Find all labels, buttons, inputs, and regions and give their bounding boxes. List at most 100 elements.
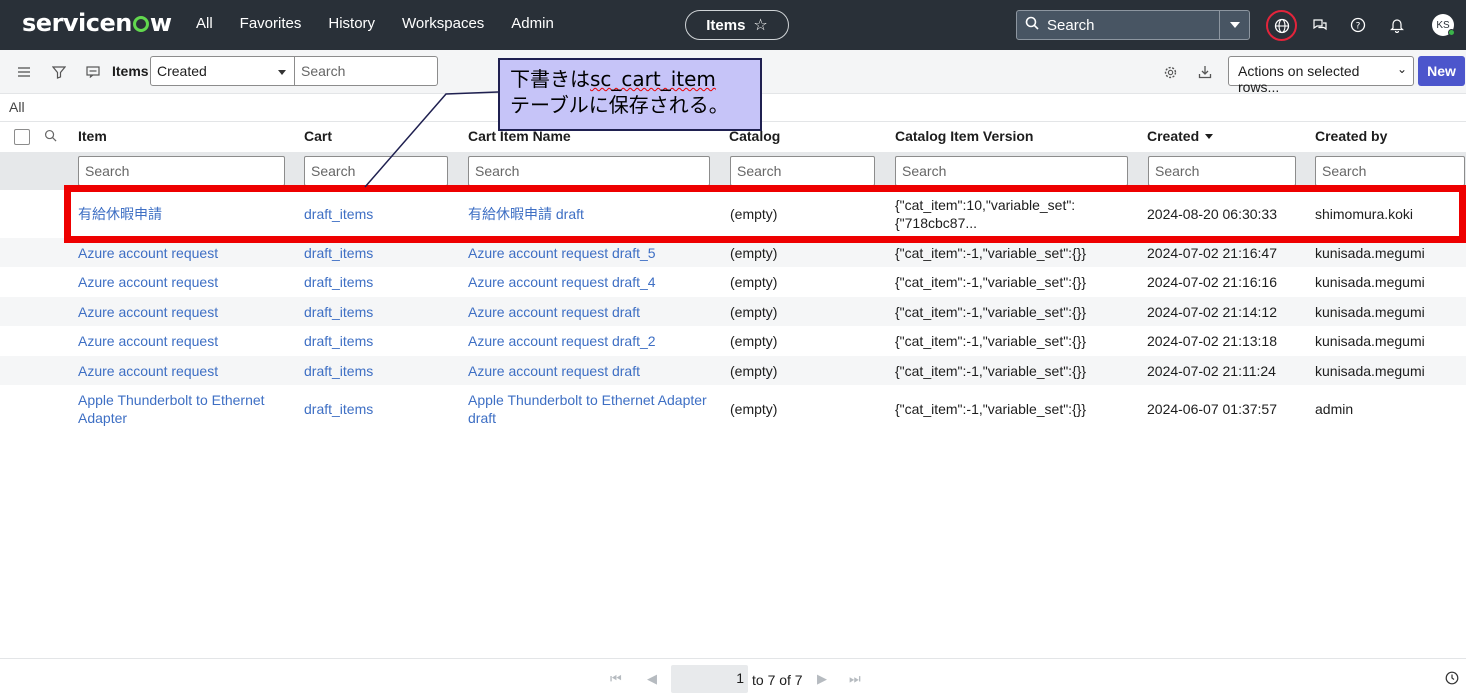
select-all-checkbox[interactable] bbox=[14, 129, 30, 145]
top-nav: servicen w All Favorites History Workspac… bbox=[0, 0, 1466, 50]
global-search[interactable]: Search bbox=[1016, 10, 1250, 40]
nav-workspaces[interactable]: Workspaces bbox=[402, 15, 484, 32]
search-input-catalog[interactable]: Search bbox=[730, 156, 875, 186]
bell-icon[interactable] bbox=[1386, 14, 1408, 36]
column-header-created-by[interactable]: Created by bbox=[1315, 128, 1387, 144]
column-header-cart[interactable]: Cart bbox=[304, 128, 332, 144]
cell-catalog: (empty) bbox=[730, 401, 778, 417]
cell-cart-item-name[interactable]: Azure account request draft_2 bbox=[468, 332, 656, 350]
list-search-input[interactable]: Search bbox=[294, 56, 438, 86]
globe-icon[interactable] bbox=[1266, 10, 1297, 41]
table-row: Azure account request draft_items Azure … bbox=[0, 267, 1466, 297]
new-button[interactable]: New bbox=[1418, 56, 1465, 86]
filter-icon[interactable] bbox=[49, 62, 69, 82]
cell-catalog: (empty) bbox=[730, 363, 778, 379]
cell-item[interactable]: Azure account request bbox=[78, 332, 218, 350]
help-icon[interactable]: ? bbox=[1347, 14, 1369, 36]
column-search-toggle-icon[interactable] bbox=[44, 129, 57, 145]
prev-page-icon[interactable]: ◀ bbox=[647, 671, 657, 687]
page-input[interactable]: 1 bbox=[671, 665, 748, 693]
cell-cart[interactable]: draft_items bbox=[304, 273, 373, 291]
cell-cart-item-name[interactable]: Azure account request draft bbox=[468, 362, 640, 380]
column-header-created[interactable]: Created bbox=[1147, 128, 1214, 144]
response-time-icon[interactable] bbox=[1445, 671, 1459, 688]
table-row: Azure account request draft_items Azure … bbox=[0, 326, 1466, 356]
gear-icon[interactable] bbox=[1160, 62, 1180, 82]
cell-cart[interactable]: draft_items bbox=[304, 332, 373, 350]
cell-cart-item-name[interactable]: Apple Thunderbolt to Ethernet Adapter dr… bbox=[468, 391, 713, 427]
cell-catalog-item-version: {"cat_item":-1,"variable_set":{}} bbox=[895, 333, 1087, 349]
download-icon[interactable] bbox=[1195, 62, 1215, 82]
cell-cart-item-name[interactable]: Azure account request draft_4 bbox=[468, 273, 656, 291]
cell-cart-item-name[interactable]: Azure account request draft_5 bbox=[468, 244, 656, 262]
first-page-icon[interactable]: ⏮ bbox=[610, 671, 622, 687]
annotation-callout: 下書きはsc_cart_item テーブルに保存される。 bbox=[498, 58, 762, 131]
column-header-created-label: Created bbox=[1147, 128, 1200, 144]
nav-history[interactable]: History bbox=[328, 15, 375, 32]
cell-item[interactable]: Azure account request bbox=[78, 303, 218, 321]
chevron-down-icon bbox=[278, 70, 286, 75]
cell-cart[interactable]: draft_items bbox=[304, 205, 373, 223]
chat-icon[interactable] bbox=[1309, 14, 1331, 36]
cell-cart-item-name[interactable]: 有給休暇申請 draft bbox=[468, 205, 584, 223]
cell-item[interactable]: Azure account request bbox=[78, 362, 218, 380]
cell-item[interactable]: Azure account request bbox=[78, 244, 218, 262]
cell-cart[interactable]: draft_items bbox=[304, 400, 373, 418]
star-icon[interactable]: ☆ bbox=[753, 15, 767, 35]
last-page-icon[interactable]: ⏭ bbox=[849, 671, 861, 687]
cell-created-by: kunisada.megumi bbox=[1315, 333, 1425, 349]
search-field-select[interactable]: Created bbox=[150, 56, 295, 86]
cell-cart[interactable]: draft_items bbox=[304, 244, 373, 262]
logo-o-icon bbox=[132, 16, 149, 32]
table-row: Azure account request draft_items Azure … bbox=[0, 297, 1466, 326]
cell-cart-item-name[interactable]: Azure account request draft bbox=[468, 303, 640, 321]
cell-cart[interactable]: draft_items bbox=[304, 362, 373, 380]
cell-cart[interactable]: draft_items bbox=[304, 303, 373, 321]
column-header-item[interactable]: Item bbox=[78, 128, 107, 144]
nav-admin[interactable]: Admin bbox=[511, 15, 554, 32]
cell-item[interactable]: 有給休暇申請 bbox=[78, 205, 162, 223]
breadcrumb[interactable]: All bbox=[9, 99, 25, 115]
search-input-created-by[interactable]: Search bbox=[1315, 156, 1465, 186]
search-input-created[interactable]: Search bbox=[1148, 156, 1296, 186]
avatar[interactable]: KS bbox=[1432, 14, 1455, 36]
cell-item[interactable]: Azure account request bbox=[78, 273, 218, 291]
search-icon bbox=[1017, 16, 1047, 35]
servicenow-logo[interactable]: servicen w bbox=[22, 9, 172, 37]
chevron-down-icon bbox=[1229, 22, 1240, 28]
cell-catalog: (empty) bbox=[730, 206, 778, 222]
cell-catalog: (empty) bbox=[730, 304, 778, 320]
cell-catalog-item-version: {"cat_item":-1,"variable_set":{}} bbox=[895, 401, 1087, 417]
list-title: Items bbox=[112, 63, 149, 79]
nav-favorites[interactable]: Favorites bbox=[240, 15, 302, 32]
cell-created-by: admin bbox=[1315, 401, 1354, 417]
cell-created-by: kunisada.megumi bbox=[1315, 274, 1425, 290]
column-header-catalog-item-version[interactable]: Catalog Item Version bbox=[895, 128, 1033, 144]
pager-summary: to 7 of 7 bbox=[752, 672, 803, 688]
pager: ⏮ ◀ 1 to 7 of 7 ▶ ⏭ bbox=[0, 658, 1466, 694]
search-input-cart[interactable]: Search bbox=[304, 156, 448, 186]
search-input-catalog-item-version[interactable]: Search bbox=[895, 156, 1128, 186]
callout-table-name: sc_cart_item bbox=[590, 67, 716, 91]
cell-catalog: (empty) bbox=[730, 245, 778, 261]
search-input-item[interactable]: Search bbox=[78, 156, 285, 186]
cell-item[interactable]: Apple Thunderbolt to Ethernet Adapter bbox=[78, 391, 278, 427]
callout-line-2: テーブルに保存される。 bbox=[510, 93, 729, 117]
context-pill[interactable]: Items ☆ bbox=[685, 10, 789, 40]
nav-all[interactable]: All bbox=[196, 15, 213, 32]
list-context-icon[interactable] bbox=[83, 62, 103, 82]
search-input-cart-item-name[interactable]: Search bbox=[468, 156, 710, 186]
table-row: 有給休暇申請 draft_items 有給休暇申請 draft (empty) … bbox=[0, 190, 1466, 238]
cell-created: 2024-07-02 21:16:16 bbox=[1147, 274, 1277, 290]
table-row: Apple Thunderbolt to Ethernet Adapter dr… bbox=[0, 385, 1466, 431]
column-search-row: Search Search Search Search Search Searc… bbox=[0, 152, 1466, 190]
search-scope-dropdown[interactable] bbox=[1219, 11, 1249, 39]
cell-catalog-item-version: {"cat_item":10,"variable_set":{"718cbc87… bbox=[895, 197, 1076, 231]
cell-created: 2024-07-02 21:14:12 bbox=[1147, 304, 1277, 320]
hamburger-menu-icon[interactable] bbox=[14, 62, 34, 82]
next-page-icon[interactable]: ▶ bbox=[817, 671, 827, 687]
status-dot bbox=[1448, 29, 1455, 36]
callout-line-1: 下書きはsc_cart_item bbox=[510, 66, 750, 92]
actions-select[interactable]: Actions on selected rows... ⌄ bbox=[1228, 56, 1414, 95]
cell-catalog-item-version: {"cat_item":-1,"variable_set":{}} bbox=[895, 245, 1087, 261]
